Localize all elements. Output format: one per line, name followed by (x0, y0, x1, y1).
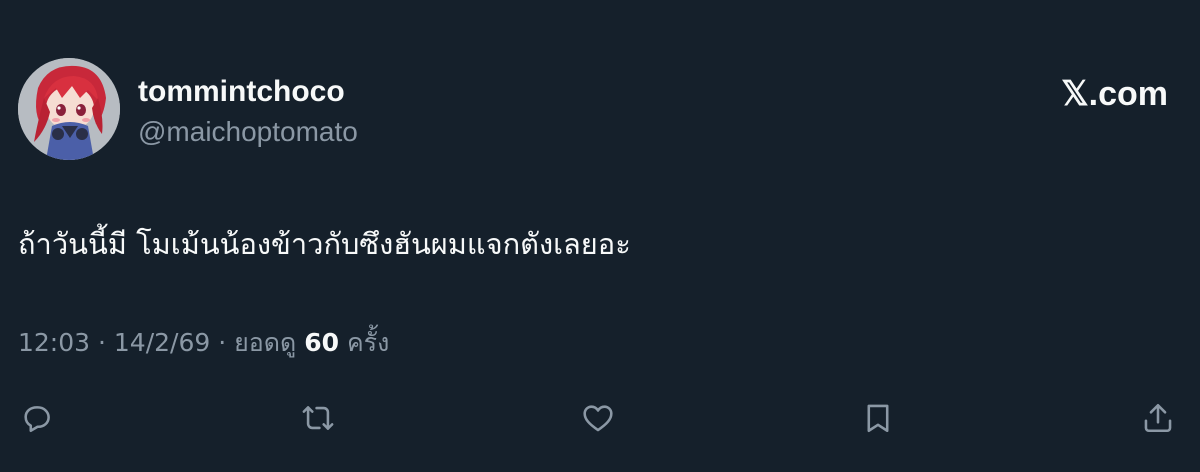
heart-icon (583, 405, 613, 432)
tweet-time[interactable]: 12:03 (18, 328, 90, 357)
views-label: ยอดดู (234, 328, 297, 357)
like-button[interactable] (576, 396, 620, 440)
reply-button[interactable] (15, 396, 59, 440)
tweet-date[interactable]: 14/2/69 (114, 328, 210, 357)
bookmark-button[interactable] (856, 396, 900, 440)
meta-separator: · (210, 328, 235, 357)
bookmark-icon (867, 404, 889, 433)
brand-link[interactable]: 𝕏.com (1061, 74, 1168, 114)
views-unit: ครั้ง (346, 328, 390, 357)
meta-separator: · (90, 328, 114, 357)
tweet-text: ถ้าวันนี้มี โมเม้นน้องข้าวกับซึงฮันผมแจก… (18, 227, 631, 261)
repost-icon (302, 406, 334, 430)
share-button[interactable] (1136, 396, 1180, 440)
avatar[interactable] (18, 58, 120, 160)
views-count: 60 (304, 328, 339, 357)
reply-icon (24, 406, 50, 433)
tweet-meta: 12:03 · 14/2/69 · ยอดดู 60 ครั้ง (18, 326, 389, 360)
share-icon (1144, 403, 1172, 433)
anime-character-avatar-icon (18, 58, 120, 160)
user-handle[interactable]: @maichoptomato (138, 115, 358, 149)
tweet-actions (0, 396, 1200, 440)
display-name[interactable]: tommintchoco (138, 74, 345, 110)
brand-label: 𝕏.com (1061, 75, 1168, 113)
repost-button[interactable] (296, 396, 340, 440)
